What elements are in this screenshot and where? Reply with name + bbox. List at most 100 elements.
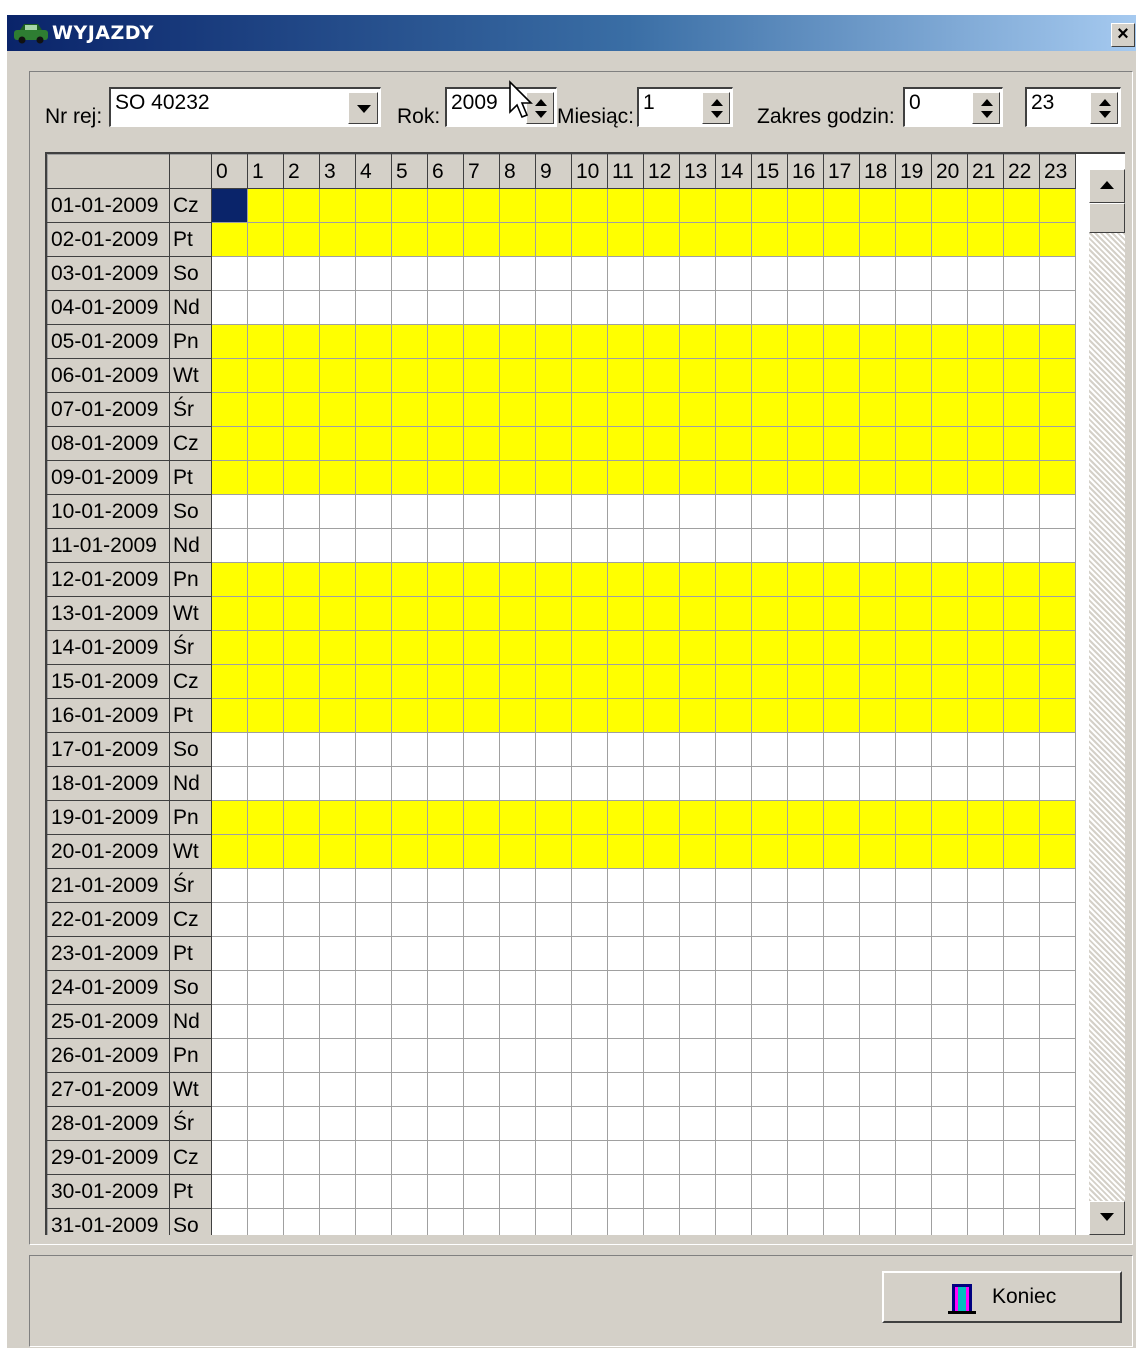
hour-cell[interactable] — [859, 460, 896, 495]
hour-cell[interactable] — [1003, 1174, 1040, 1209]
hour-cell[interactable] — [1039, 868, 1076, 903]
hour-cell[interactable] — [319, 562, 356, 597]
hour-cell[interactable] — [1003, 528, 1040, 563]
hour-cell[interactable] — [571, 460, 608, 495]
hour-cell[interactable] — [931, 1072, 968, 1107]
hour-cell[interactable] — [427, 630, 464, 665]
hour-cell[interactable] — [463, 1004, 500, 1039]
hour-cell[interactable] — [283, 902, 320, 937]
hour-cell[interactable] — [571, 1174, 608, 1209]
hour-cell[interactable] — [967, 426, 1004, 461]
hour-cell[interactable] — [391, 664, 428, 699]
hour-cell[interactable] — [895, 1004, 932, 1039]
hour-cell[interactable] — [391, 324, 428, 359]
hour-cell[interactable] — [643, 1106, 680, 1141]
hour-cell[interactable] — [679, 426, 716, 461]
hour-cell[interactable] — [823, 1072, 860, 1107]
hour-cell[interactable] — [391, 460, 428, 495]
hour-cell[interactable] — [895, 800, 932, 835]
hour-cell[interactable] — [1039, 800, 1076, 835]
hour-cell[interactable] — [463, 256, 500, 291]
hour-cell[interactable] — [211, 1038, 248, 1073]
hour-cell[interactable] — [571, 1038, 608, 1073]
hour-cell[interactable] — [283, 1038, 320, 1073]
hour-cell[interactable] — [931, 256, 968, 291]
hour-cell[interactable] — [355, 494, 392, 529]
hour-cell[interactable] — [751, 868, 788, 903]
hour-cell[interactable] — [715, 494, 752, 529]
hour-cell[interactable] — [787, 1004, 824, 1039]
hour-cell[interactable] — [679, 392, 716, 427]
hour-cell[interactable] — [247, 1174, 284, 1209]
hour-cell[interactable] — [499, 528, 536, 563]
hour-cell[interactable] — [247, 732, 284, 767]
hour-cell[interactable] — [859, 290, 896, 325]
hour-cell[interactable] — [283, 358, 320, 393]
hour-cell[interactable] — [355, 562, 392, 597]
hour-cell[interactable] — [499, 970, 536, 1005]
hour-cell[interactable] — [967, 664, 1004, 699]
hour-cell[interactable] — [895, 256, 932, 291]
hour-cell[interactable] — [463, 766, 500, 801]
hour-cell[interactable] — [319, 426, 356, 461]
hour-cell[interactable] — [283, 222, 320, 257]
hour-cell[interactable] — [319, 1208, 356, 1235]
hour-cell[interactable] — [1003, 596, 1040, 631]
hour-cell[interactable] — [967, 970, 1004, 1005]
hour-cell[interactable] — [319, 358, 356, 393]
hour-cell[interactable] — [823, 1004, 860, 1039]
hour-cell[interactable] — [463, 324, 500, 359]
hour-cell[interactable] — [355, 1140, 392, 1175]
hour-cell[interactable] — [931, 596, 968, 631]
hour-cell[interactable] — [1003, 358, 1040, 393]
hour-cell[interactable] — [1003, 732, 1040, 767]
hour-cell[interactable] — [967, 936, 1004, 971]
hour-cell[interactable] — [931, 1174, 968, 1209]
hour-cell[interactable] — [823, 426, 860, 461]
hour-cell[interactable] — [319, 630, 356, 665]
hour-cell[interactable] — [463, 902, 500, 937]
hour-cell[interactable] — [679, 1140, 716, 1175]
hour-cell[interactable] — [967, 528, 1004, 563]
hour-cell[interactable] — [895, 562, 932, 597]
hour-cell[interactable] — [283, 494, 320, 529]
hour-cell[interactable] — [499, 188, 536, 223]
hour-cell[interactable] — [1003, 460, 1040, 495]
hour-cell[interactable] — [211, 1140, 248, 1175]
hour-cell[interactable] — [319, 868, 356, 903]
hour-cell[interactable] — [211, 970, 248, 1005]
hour-cell[interactable] — [967, 1208, 1004, 1235]
hour-cell[interactable] — [535, 1208, 572, 1235]
hour-cell[interactable] — [679, 868, 716, 903]
hour-cell[interactable] — [1039, 664, 1076, 699]
hour-cell[interactable] — [535, 1038, 572, 1073]
hour-cell[interactable] — [751, 290, 788, 325]
hour-cell[interactable] — [211, 732, 248, 767]
hour-cell[interactable] — [1003, 868, 1040, 903]
hour-cell[interactable] — [211, 1004, 248, 1039]
hour-cell[interactable] — [859, 630, 896, 665]
hour-cell[interactable] — [535, 902, 572, 937]
hour-cell[interactable] — [931, 1208, 968, 1235]
hour-cell[interactable] — [535, 426, 572, 461]
hour-cell[interactable] — [823, 970, 860, 1005]
hour-cell[interactable] — [931, 698, 968, 733]
hour-cell[interactable] — [715, 256, 752, 291]
hour-cell[interactable] — [1039, 358, 1076, 393]
hour-cell[interactable] — [607, 596, 644, 631]
hour-cell[interactable] — [931, 222, 968, 257]
hour-cell[interactable] — [607, 800, 644, 835]
hour-cell[interactable] — [643, 902, 680, 937]
schedule-grid[interactable]: 0 1 2 3 4 5 6 7 8 9 10 11 12 13 14 15 16 17 18 19 20 21 22 23 01… — [45, 152, 1125, 1235]
hour-cell[interactable] — [1039, 630, 1076, 665]
hour-cell[interactable] — [319, 1140, 356, 1175]
hour-cell[interactable] — [535, 222, 572, 257]
hour-cell[interactable] — [751, 596, 788, 631]
hour-cell[interactable] — [715, 460, 752, 495]
hour-cell[interactable] — [643, 324, 680, 359]
hour-cell[interactable] — [607, 1038, 644, 1073]
hour-cell[interactable] — [1039, 460, 1076, 495]
hour-cell[interactable] — [499, 1140, 536, 1175]
hour-cell[interactable] — [1003, 562, 1040, 597]
hour-cell[interactable] — [571, 868, 608, 903]
